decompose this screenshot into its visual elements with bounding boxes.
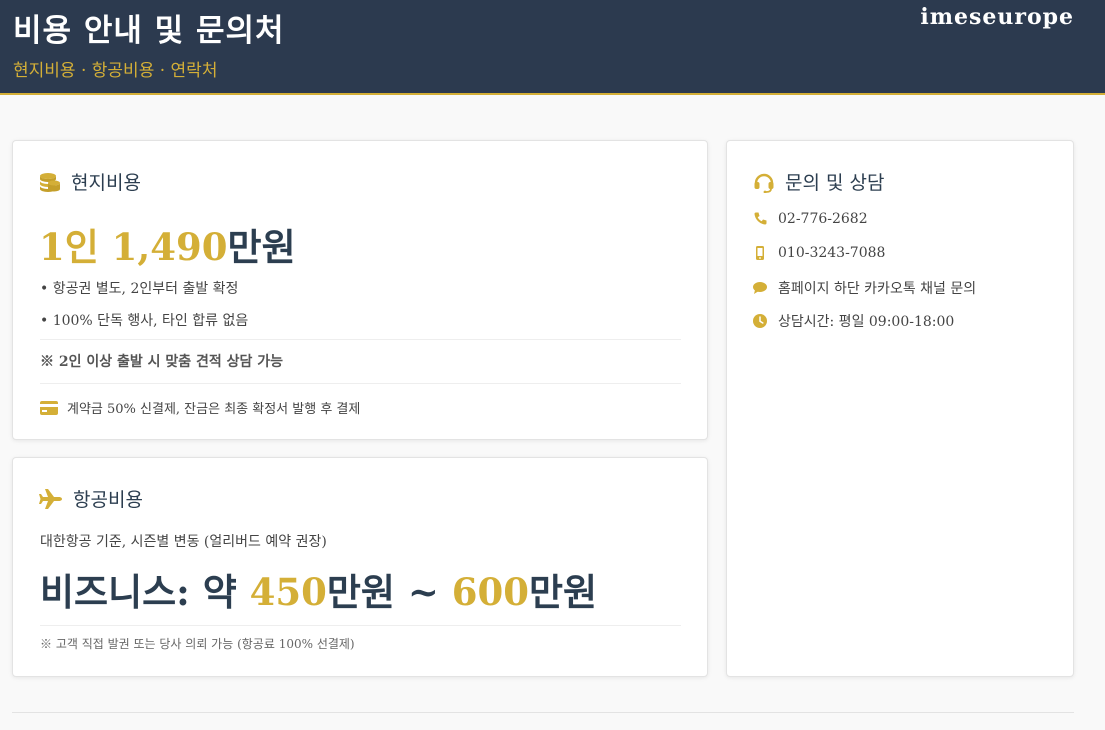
- contact-kakao-text: 홈페이지 하단 카카오톡 채널 문의: [778, 281, 977, 297]
- contact-card: 문의 및 상담 02-776-2682 010-3243-7088 홈페이지 하…: [726, 140, 1074, 677]
- page-title: 비용 안내 및 문의처: [13, 13, 285, 49]
- contact-phone-text: 02-776-2682: [778, 211, 868, 227]
- brand-logo[interactable]: imeseurope: [920, 4, 1074, 30]
- mobile-icon: [753, 246, 767, 260]
- contact-mobile-text: 010-3243-7088: [778, 245, 886, 261]
- contact-mobile[interactable]: 010-3243-7088: [753, 245, 885, 261]
- page-subtitle: 현지비용 · 항공비용 · 연락처: [13, 61, 218, 81]
- headset-icon: [753, 171, 775, 193]
- air-cost-header: 항공비용: [39, 485, 143, 512]
- phone-icon: [753, 212, 767, 226]
- contact-kakao[interactable]: 홈페이지 하단 카카오톡 채널 문의: [753, 278, 976, 298]
- local-cost-header: 현지비용: [39, 168, 141, 195]
- contact-hours: 상담시간: 평일 09:00-18:00: [753, 311, 954, 331]
- air-cost-price: 비즈니스: 약 450만원 ~ 600만원: [40, 562, 597, 616]
- clock-icon: [753, 314, 767, 328]
- air-price-unit-1: 만원 ~: [326, 570, 452, 614]
- plane-icon: [39, 488, 63, 509]
- chat-icon: [753, 281, 767, 295]
- divider: [40, 339, 681, 340]
- air-cost-note: ※ 고객 직접 발권 또는 당사 의뢰 가능 (항공료 100% 선결제): [40, 637, 355, 651]
- credit-card-icon: [40, 400, 58, 415]
- divider: [40, 625, 681, 626]
- local-cost-price-amount: 1인 1,490: [39, 225, 228, 269]
- contact-title: 문의 및 상담: [785, 172, 885, 194]
- air-price-max: 600: [451, 570, 529, 614]
- air-price-label: 비즈니스: 약: [40, 570, 250, 614]
- footer-divider: [12, 712, 1074, 713]
- contact-phone[interactable]: 02-776-2682: [753, 211, 868, 227]
- air-cost-card: 항공비용 대한항공 기준, 시즌별 변동 (얼리버드 예약 권장) 비즈니스: …: [12, 457, 708, 677]
- local-cost-bullet-1: • 항공권 별도, 2인부터 출발 확정: [40, 281, 239, 297]
- payment-info: 계약금 50% 신결제, 잔금은 최종 확정서 발행 후 결제: [40, 398, 360, 417]
- coins-icon: [39, 171, 61, 193]
- local-cost-price-unit: 만원: [227, 225, 296, 269]
- page-header: 비용 안내 및 문의처 현지비용 · 항공비용 · 연락처 imeseurope: [0, 0, 1105, 95]
- local-cost-title: 현지비용: [71, 172, 141, 194]
- contact-header: 문의 및 상담: [753, 168, 884, 195]
- contact-hours-text: 상담시간: 평일 09:00-18:00: [778, 314, 955, 330]
- payment-text: 계약금 50% 신결제, 잔금은 최종 확정서 발행 후 결제: [67, 402, 361, 417]
- local-cost-bullet-2: • 100% 단독 행사, 타인 합류 없음: [40, 313, 249, 329]
- divider: [40, 383, 681, 384]
- air-cost-title: 항공비용: [73, 489, 143, 511]
- local-cost-price: 1인 1,490만원: [39, 217, 296, 271]
- local-cost-card: 현지비용 1인 1,490만원 • 항공권 별도, 2인부터 출발 확정 • 1…: [12, 140, 708, 440]
- local-cost-note: ※ 2인 이상 출발 시 맞춤 견적 상담 가능: [40, 354, 284, 370]
- air-price-min: 450: [249, 570, 327, 614]
- air-price-unit-2: 만원: [528, 570, 598, 614]
- air-cost-description: 대한항공 기준, 시즌별 변동 (얼리버드 예약 권장): [40, 534, 327, 550]
